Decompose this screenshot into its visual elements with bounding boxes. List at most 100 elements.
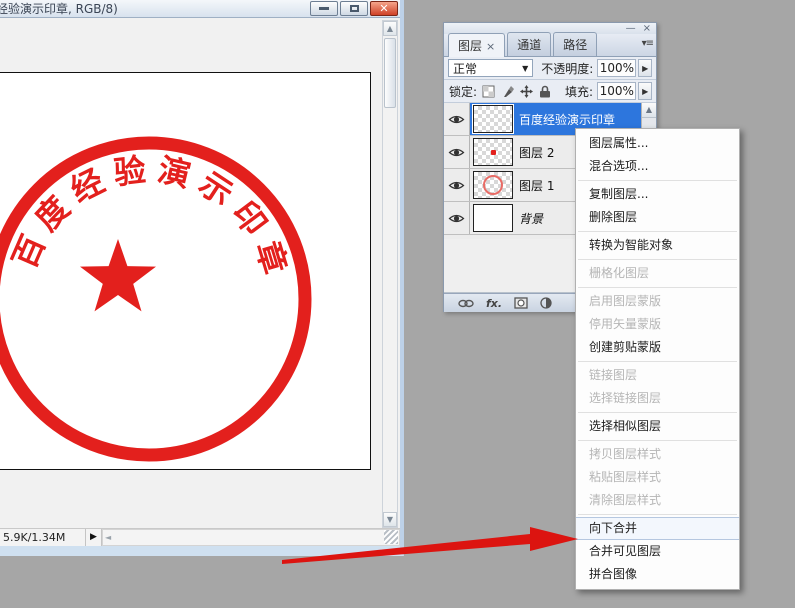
menu-item-select-linked-layers: 选择链接图层 [576, 387, 739, 410]
close-icon: ✕ [379, 3, 388, 14]
layer-thumbnail[interactable] [473, 138, 513, 166]
tab-close-icon[interactable]: × [486, 40, 495, 53]
link-layers-icon[interactable] [458, 299, 474, 308]
adjustment-layer-icon[interactable] [540, 297, 552, 309]
menu-item-paste-layer-style: 粘贴图层样式 [576, 466, 739, 489]
menu-item-create-clipping-mask[interactable]: 创建剪贴蒙版 [576, 336, 739, 359]
blend-mode-select[interactable]: 正常 ▼ [448, 59, 533, 77]
menu-item-clear-layer-style: 清除图层样式 [576, 489, 739, 512]
menu-separator [578, 287, 737, 288]
document-size-indicator: 5.9K/1.34M [0, 529, 86, 546]
menu-separator [578, 514, 737, 515]
visibility-toggle[interactable] [444, 136, 470, 168]
lock-all-padlock-icon[interactable] [539, 85, 551, 98]
lock-label: 锁定: [449, 83, 477, 100]
layer-style-fx-icon[interactable]: fx. [486, 297, 502, 310]
fill-field[interactable]: 100% [597, 82, 636, 100]
scroll-up-icon[interactable]: ▲ [642, 103, 656, 118]
menu-separator [578, 361, 737, 362]
menu-separator [578, 231, 737, 232]
status-popup-button[interactable]: ▶ [86, 529, 102, 546]
scroll-up-icon[interactable]: ▲ [383, 21, 397, 36]
layer-mask-icon[interactable] [514, 297, 528, 309]
panel-close-icon[interactable]: × [643, 24, 651, 33]
lock-transparency-icon[interactable] [482, 85, 495, 98]
tab-layers-label: 图层 [458, 39, 482, 53]
menu-item-merge-visible[interactable]: 合并可见图层 [576, 540, 739, 563]
layer-name[interactable]: 背景 [519, 210, 543, 227]
scroll-down-icon[interactable]: ▼ [383, 512, 397, 527]
opacity-spinner-icon[interactable]: ▶ [638, 59, 652, 77]
lock-pixels-brush-icon[interactable] [501, 85, 514, 98]
fill-label: 填充: [565, 83, 593, 100]
layer-name[interactable]: 百度经验演示印章 [519, 111, 615, 128]
menu-item-flatten-image[interactable]: 拼合图像 [576, 563, 739, 586]
thumbnail-ring-mark [483, 175, 503, 195]
document-window: 经验演示印章, RGB/8) ✕ 百度经验演示印章 ▲ ▼ [0, 0, 404, 556]
eye-icon [448, 114, 465, 125]
menu-item-layer-properties[interactable]: 图层属性... [576, 132, 739, 155]
lock-row: 锁定: 填充: 100% ▶ [444, 80, 656, 103]
menu-item-rasterize-layer: 栅格化图层 [576, 262, 739, 285]
tab-paths[interactable]: 路径 [553, 32, 597, 56]
layer-context-menu: 图层属性... 混合选项... 复制图层... 删除图层 转换为智能对象 栅格化… [575, 128, 740, 590]
close-button[interactable]: ✕ [370, 1, 398, 16]
restore-button[interactable] [340, 1, 368, 16]
menu-item-enable-layer-mask: 启用图层蒙版 [576, 290, 739, 313]
visibility-toggle[interactable] [444, 169, 470, 201]
vertical-scrollbar[interactable]: ▲ ▼ [382, 20, 398, 528]
menu-item-link-layers: 链接图层 [576, 364, 739, 387]
visibility-toggle[interactable] [444, 103, 470, 135]
stamp-star [80, 239, 156, 311]
restore-icon [350, 5, 359, 12]
menu-item-disable-vector-mask: 停用矢量蒙版 [576, 313, 739, 336]
layer-name[interactable]: 图层 1 [519, 177, 554, 194]
layer-name[interactable]: 图层 2 [519, 144, 554, 161]
visibility-toggle[interactable] [444, 202, 470, 234]
menu-separator [578, 180, 737, 181]
panel-tabs: 图层 × 通道 路径 ▾≡ [444, 34, 656, 57]
stamp-ring [0, 143, 305, 455]
tab-channels-label: 通道 [517, 38, 541, 52]
eye-icon [448, 180, 465, 191]
layer-thumbnail[interactable] [473, 204, 513, 232]
canvas[interactable]: 百度经验演示印章 [0, 72, 371, 470]
window-bottom-frame [0, 546, 400, 556]
menu-item-convert-smart-object[interactable]: 转换为智能对象 [576, 234, 739, 257]
layer-thumbnail[interactable] [473, 171, 513, 199]
tab-channels[interactable]: 通道 [507, 32, 551, 56]
tab-layers[interactable]: 图层 × [448, 33, 505, 57]
status-bar: 5.9K/1.34M ▶ ◄ ► [0, 528, 400, 546]
minimize-icon [319, 7, 329, 10]
resize-grip[interactable] [384, 530, 398, 544]
menu-item-delete-layer[interactable]: 删除图层 [576, 206, 739, 229]
menu-item-duplicate-layer[interactable]: 复制图层... [576, 183, 739, 206]
eye-icon [448, 213, 465, 224]
menu-separator [578, 259, 737, 260]
menu-item-merge-down[interactable]: 向下合并 [576, 517, 739, 540]
panel-minimize-icon[interactable]: — [626, 24, 636, 33]
menu-separator [578, 440, 737, 441]
horizontal-scrollbar[interactable]: ◄ ► [102, 529, 400, 546]
menu-item-select-similar-layers[interactable]: 选择相似图层 [576, 415, 739, 438]
menu-separator [578, 412, 737, 413]
fill-spinner-icon[interactable]: ▶ [638, 82, 652, 100]
opacity-field[interactable]: 100% [597, 59, 636, 77]
canvas-area: 百度经验演示印章 ▲ ▼ 5.9K/1.34M ▶ ◄ ► [0, 18, 400, 556]
chevron-down-icon: ▼ [522, 64, 528, 73]
blend-mode-row: 正常 ▼ 不透明度: 100% ▶ [444, 57, 656, 80]
menu-item-copy-layer-style: 拷贝图层样式 [576, 443, 739, 466]
lock-position-move-icon[interactable] [520, 85, 533, 98]
vertical-scroll-thumb[interactable] [384, 38, 396, 108]
layer-thumbnail[interactable] [473, 105, 513, 133]
thumbnail-star-mark [491, 150, 496, 155]
minimize-button[interactable] [310, 1, 338, 16]
menu-item-blending-options[interactable]: 混合选项... [576, 155, 739, 178]
panel-flyout-menu-icon[interactable]: ▾≡ [642, 38, 653, 49]
stamp-image: 百度经验演示印章 [0, 73, 372, 471]
document-title: 经验演示印章, RGB/8) [0, 0, 118, 17]
blend-mode-value: 正常 [453, 60, 477, 77]
opacity-label: 不透明度: [541, 60, 593, 77]
document-titlebar[interactable]: 经验演示印章, RGB/8) ✕ [0, 0, 400, 18]
scroll-left-icon[interactable]: ◄ [105, 533, 111, 542]
